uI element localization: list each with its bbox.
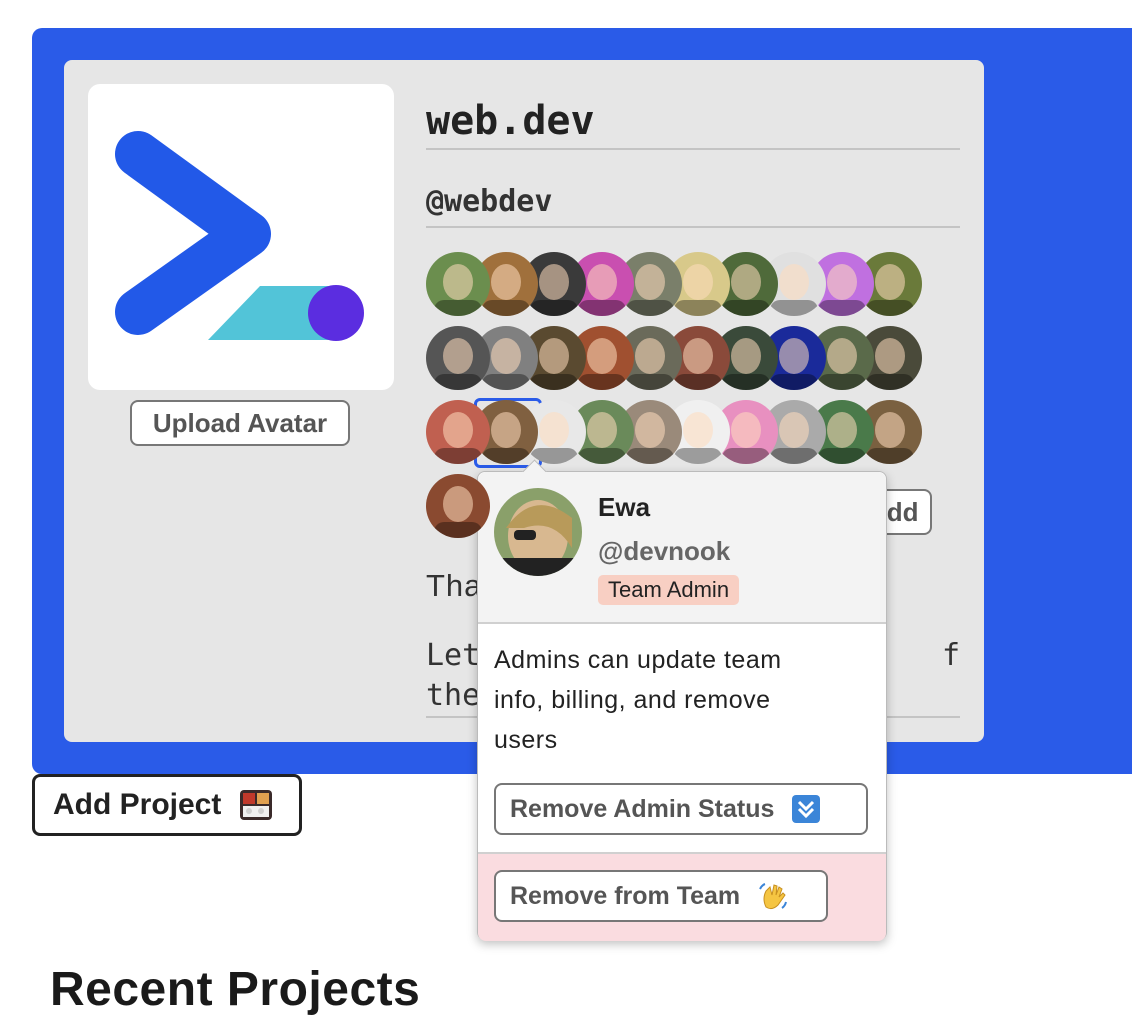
- bio-line-1-end: f: [941, 638, 960, 673]
- avatar[interactable]: [426, 474, 490, 538]
- add-project-label: Add Project: [53, 788, 222, 821]
- popover-header: Ewa @devnook Team Admin: [478, 472, 886, 624]
- role-description: Admins can update team info, billing, an…: [494, 646, 782, 754]
- avatar[interactable]: [426, 252, 490, 316]
- webdev-logo-icon: [115, 131, 364, 341]
- remove-admin-status-button[interactable]: Remove Admin Status: [494, 783, 868, 835]
- member-popover: Ewa @devnook Team Admin Admins can updat…: [477, 459, 887, 941]
- role-badge: Team Admin: [598, 575, 740, 605]
- avatar: [494, 488, 582, 576]
- add-project-button[interactable]: Add Project: [32, 774, 302, 836]
- remove-admin-label: Remove Admin Status: [510, 794, 775, 823]
- team-name[interactable]: web.dev: [426, 92, 960, 150]
- popover-danger-zone: Remove from Team: [478, 852, 886, 941]
- recent-projects-heading: Recent Projects: [50, 963, 421, 1016]
- team-handle[interactable]: @webdev: [426, 178, 960, 228]
- remove-from-team-button[interactable]: Remove from Team: [494, 870, 828, 922]
- remove-team-label: Remove from Team: [510, 881, 741, 910]
- team-avatar: [88, 84, 394, 390]
- avatar[interactable]: [426, 400, 490, 464]
- member-name: Ewa: [598, 492, 651, 522]
- upload-avatar-button[interactable]: Upload Avatar: [130, 400, 350, 446]
- member-handle: @devnook: [598, 536, 731, 566]
- waving-hand-icon: [759, 883, 788, 910]
- avatar[interactable]: [426, 326, 490, 390]
- bento-box-icon: [240, 790, 273, 820]
- download-arrow-icon: [792, 795, 821, 823]
